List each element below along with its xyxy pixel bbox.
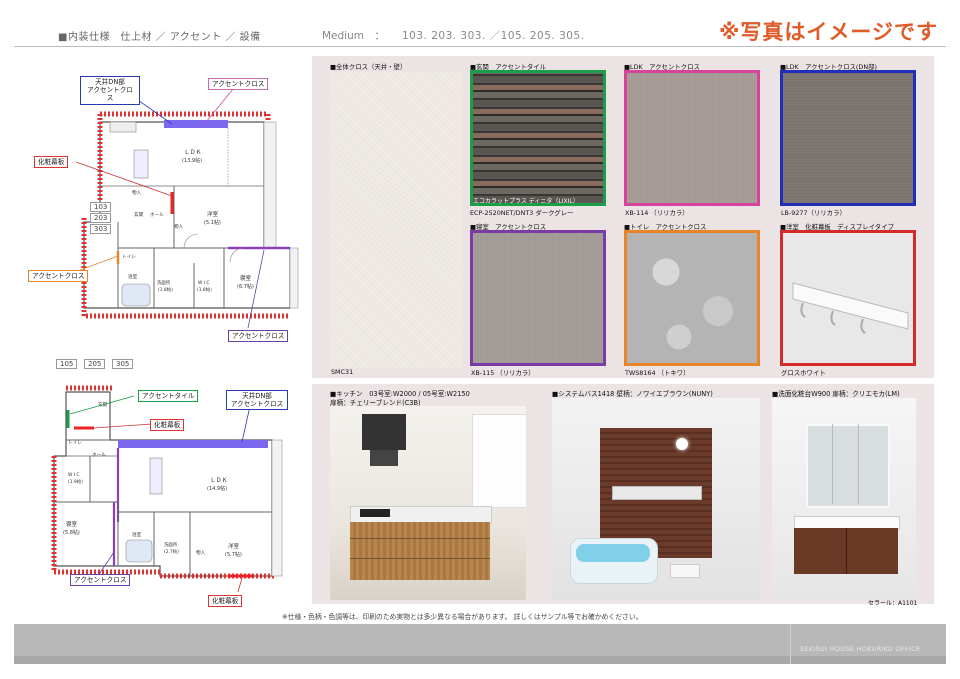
svg-text:洗面所: 洗面所: [164, 541, 178, 548]
svg-text:物入: 物入: [132, 189, 142, 196]
svg-text:ホール: ホール: [150, 212, 164, 218]
unit-box-203: 203: [90, 213, 112, 223]
svg-text:ホール: ホール: [92, 452, 106, 458]
callout-accent-cloth-left: アクセントクロス: [28, 270, 89, 283]
svg-text:(6.7帖): (6.7帖): [237, 283, 254, 290]
header-rule: [14, 46, 946, 47]
svg-text:(1.9帖): (1.9帖): [68, 478, 83, 485]
svg-text:トイレ: トイレ: [122, 255, 136, 260]
bedroom-cloth-swatch: [470, 230, 606, 366]
display-rail-illustration: [792, 282, 909, 334]
unit-box-105: 105: [56, 359, 78, 369]
panel-separator: [312, 378, 934, 384]
svg-text:W I C: W I C: [198, 280, 210, 286]
svg-text:ＬＤＫ: ＬＤＫ: [210, 477, 227, 484]
unit-box-303: 303: [90, 224, 112, 234]
callout-ceiling-dn-bottom: 天井DN部 アクセントクロス: [226, 390, 288, 411]
svg-text:玄関: 玄関: [134, 211, 144, 218]
callout-ceiling-dn-top: 天井DN部 アクセントクロス: [80, 76, 140, 105]
overall-cloth-title: ■全体クロス（天井・壁）: [330, 63, 407, 71]
ldk-cloth-code: XB-114 （リリカラ）: [625, 209, 689, 217]
kitchen-photo: [330, 406, 526, 600]
svg-text:(5.1帖): (5.1帖): [204, 219, 221, 226]
company-name: SEKISUI HOUSE HOKURIKU OFFICE: [800, 645, 921, 653]
entrance-tile-code: ECP-2520NET/DNT3 ダークグレー: [470, 209, 574, 217]
image-note: ※写真はイメージです: [719, 20, 938, 44]
toilet-cloth-code: TWS8164 （トキワ）: [625, 369, 690, 377]
svg-text:物入: 物入: [174, 223, 184, 230]
svg-text:(2.7帖): (2.7帖): [164, 548, 179, 555]
unit-box-103: 103: [90, 202, 112, 212]
bath-photo: [552, 398, 760, 600]
western-board-code: グロスホワイト: [781, 369, 826, 377]
room-ldk: ＬＤＫ: [184, 149, 201, 156]
entrance-tile-overlay: エコカラットプラス ディニタ（LIXIL）: [473, 198, 579, 205]
floor-plan-top: ＬＤＫ (13.9帖) 洋室 (5.1帖) 寝室 (6.7帖) 玄関 ホール 物…: [63, 85, 299, 329]
callout-ceiling-dn-top-text: 天井DN部 アクセントクロス: [87, 78, 133, 103]
header-title: ■内装仕様 仕上材 ／ アクセント ／ 設備: [58, 32, 261, 43]
svg-text:(5.7帖): (5.7帖): [225, 551, 242, 558]
svg-text:洗面所: 洗面所: [157, 279, 171, 286]
bath-title: ■システムバス1418 壁柄：ノワイエブラウン(NUNY): [552, 390, 713, 398]
ldk-cloth-swatch: [624, 70, 760, 206]
ldk-dn-cloth-swatch: [780, 70, 916, 206]
svg-text:寝室: 寝室: [240, 274, 252, 282]
svg-text:(1.8帖): (1.8帖): [158, 286, 173, 293]
svg-text:トイレ: トイレ: [68, 441, 82, 446]
callout-cosmetic-board-top: 化粧幕板: [34, 156, 69, 169]
svg-text:(14.9帖): (14.9帖): [207, 485, 227, 492]
svg-text:物入: 物入: [196, 549, 206, 556]
footnote: ※仕様・色柄・色調等は、印刷のため実物とは多少異なる場合があります。 詳しくはサ…: [282, 613, 643, 621]
svg-text:浴室: 浴室: [132, 531, 142, 538]
callout-accent-cloth-top: アクセントクロス: [208, 78, 269, 91]
bottom-divider: [790, 624, 791, 664]
bedroom-cloth-code: XB-115 （リリカラ）: [471, 369, 535, 377]
unit-box-305: 305: [112, 359, 134, 369]
vanity-maker: セラール：A1101: [868, 600, 918, 607]
callout-accent-tile: アクセントタイル: [138, 390, 199, 403]
svg-text:洋室: 洋室: [207, 210, 219, 218]
medium-label: Medium ：: [322, 30, 385, 42]
svg-text:洋室: 洋室: [228, 542, 240, 550]
callout-cosmetic-board-bottom: 化粧幕板: [208, 595, 243, 608]
unit-list: 103. 203. 303. ／105. 205. 305.: [402, 30, 585, 42]
svg-text:浴室: 浴室: [128, 273, 138, 280]
svg-text:W I C: W I C: [68, 472, 80, 478]
ldk-dn-cloth-code: LB-9277（リリカラ）: [781, 209, 846, 217]
svg-text:(13.9帖): (13.9帖): [182, 157, 202, 164]
overall-cloth-swatch: [330, 72, 462, 368]
unit-box-205: 205: [84, 359, 106, 369]
toilet-cloth-swatch: [624, 230, 760, 366]
callout-cosmetic-board-mid: 化粧幕板: [150, 419, 185, 432]
bottom-band-strip: [14, 656, 946, 664]
vanity-photo: [772, 398, 916, 600]
western-board-swatch: [780, 230, 916, 366]
svg-text:(5.8帖): (5.8帖): [63, 529, 80, 536]
callout-accent-cloth-bottom: アクセントクロス: [228, 330, 289, 343]
vanity-title: ■洗面化粧台W900 扉柄：クリエモカ(LM): [772, 390, 900, 398]
callout-accent-cloth-bottom-plan: アクセントクロス: [70, 574, 131, 587]
overall-cloth-code: SMC31: [331, 368, 354, 376]
svg-text:寝室: 寝室: [66, 520, 78, 528]
entrance-tile-swatch: [470, 70, 606, 206]
callout-ceiling-dn-bottom-text: 天井DN部 アクセントクロス: [230, 392, 284, 409]
svg-text:(1.8帖): (1.8帖): [197, 286, 212, 293]
